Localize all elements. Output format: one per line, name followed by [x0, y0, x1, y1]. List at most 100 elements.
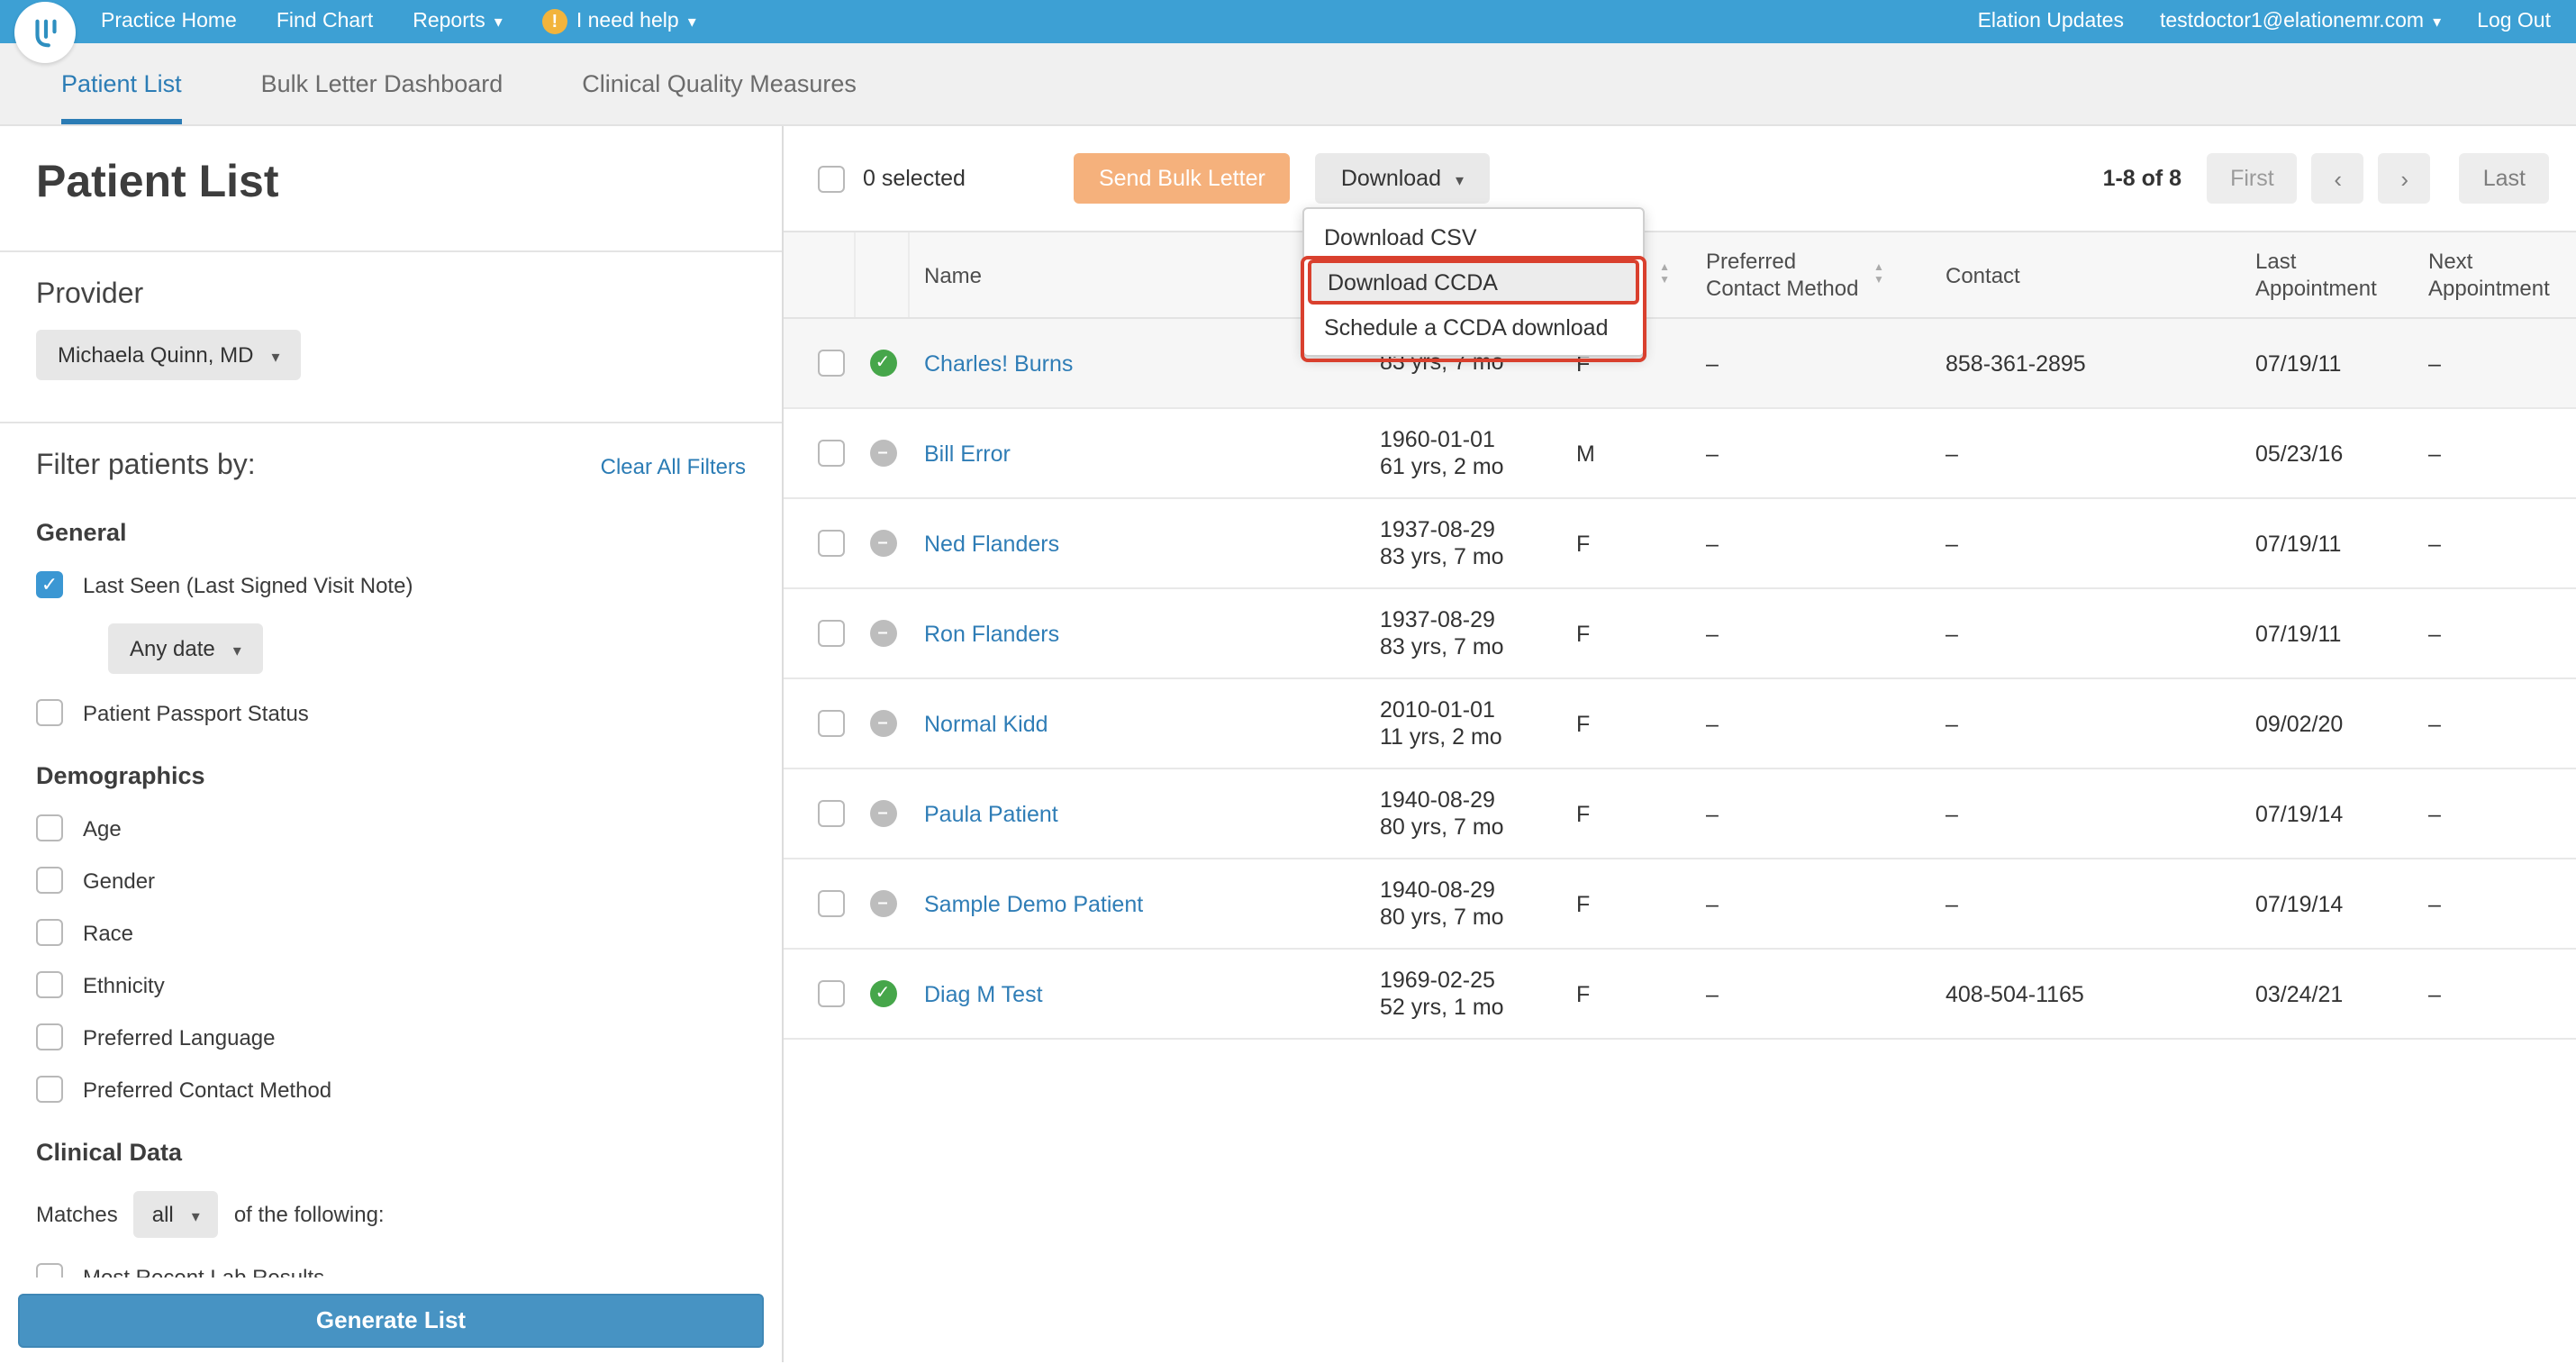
nav-account-menu[interactable]: testdoctor1@elationemr.com: [2160, 11, 2441, 32]
send-bulk-letter-button[interactable]: Send Bulk Letter: [1073, 153, 1291, 204]
table-row: Diag M Test 1969-02-2552 yrs, 1 mo F – 4…: [784, 950, 2576, 1040]
menu-item-schedule-ccda[interactable]: Schedule a CCDA download: [1304, 305, 1643, 350]
age-value: 11 yrs, 2 mo: [1380, 723, 1502, 749]
patient-list-main: 0 selected Send Bulk Letter Download 1-8…: [784, 126, 2576, 1362]
sort-icon[interactable]: [1659, 263, 1670, 286]
select-all-checkbox[interactable]: [818, 165, 845, 192]
table-row: Bill Error 1960-01-0161 yrs, 2 mo M – – …: [784, 409, 2576, 499]
filter-gender-row: Gender: [36, 867, 746, 894]
preferred-language-checkbox[interactable]: [36, 1023, 63, 1050]
row-checkbox[interactable]: [818, 530, 845, 557]
sex-value: F: [1576, 801, 1591, 826]
provider-dropdown[interactable]: Michaela Quinn, MD: [36, 330, 302, 380]
gender-checkbox[interactable]: [36, 867, 63, 894]
race-checkbox[interactable]: [36, 919, 63, 946]
sort-icon[interactable]: [1873, 263, 1884, 286]
contact-value: –: [1946, 621, 1958, 646]
nav-practice-home[interactable]: Practice Home: [101, 11, 237, 32]
generate-list-button[interactable]: Generate List: [18, 1293, 764, 1347]
patient-link[interactable]: Paula Patient: [924, 801, 1058, 826]
filter-heading-row: Filter patients by: Clear All Filters: [36, 449, 746, 483]
nav-log-out[interactable]: Log Out: [2477, 11, 2551, 32]
contact-value: 408-504-1165: [1946, 981, 2084, 1006]
navbar-right-group: Elation Updates testdoctor1@elationemr.c…: [1978, 11, 2551, 32]
provider-heading: Provider: [36, 279, 144, 310]
nav-elation-updates[interactable]: Elation Updates: [1978, 11, 2124, 32]
contact-value: –: [1946, 531, 1958, 556]
patient-link[interactable]: Diag M Test: [924, 981, 1043, 1006]
age-checkbox[interactable]: [36, 814, 63, 841]
table-row: Ron Flanders 1937-08-2983 yrs, 7 mo F – …: [784, 589, 2576, 679]
menu-item-download-ccda[interactable]: Download CCDA: [1308, 259, 1639, 305]
gender-label: Gender: [83, 868, 156, 893]
last-page-button[interactable]: Last: [2459, 153, 2549, 204]
patient-link[interactable]: Charles! Burns: [924, 350, 1073, 376]
row-checkbox[interactable]: [818, 620, 845, 647]
elation-logo-icon[interactable]: [14, 2, 76, 63]
preferred-contact-checkbox[interactable]: [36, 1076, 63, 1103]
first-page-button[interactable]: First: [2207, 153, 2298, 204]
row-checkbox[interactable]: [818, 800, 845, 827]
minus-circle-icon: [869, 440, 896, 467]
next-appointment-value: –: [2428, 441, 2441, 466]
header-name-label: Name: [924, 262, 983, 287]
last-appointment-value: 07/19/11: [2255, 350, 2342, 376]
last-seen-checkbox[interactable]: [36, 571, 63, 598]
row-checkbox[interactable]: [818, 440, 845, 467]
patient-link[interactable]: Bill Error: [924, 441, 1011, 466]
minus-circle-icon: [869, 890, 896, 917]
nav-find-chart[interactable]: Find Chart: [277, 11, 373, 32]
dob-value: 1940-08-29: [1380, 787, 1495, 812]
patient-link[interactable]: Normal Kidd: [924, 711, 1048, 736]
next-appointment-value: –: [2428, 981, 2441, 1006]
clear-all-filters-link[interactable]: Clear All Filters: [601, 453, 746, 478]
row-checkbox[interactable]: [818, 980, 845, 1007]
nav-need-help-menu[interactable]: I need help: [541, 9, 696, 34]
sex-value: F: [1576, 621, 1591, 646]
last-appointment-value: 07/19/11: [2255, 621, 2342, 646]
preferred-contact-label: Preferred Contact Method: [83, 1077, 332, 1102]
last-seen-date-dropdown[interactable]: Any date: [108, 623, 263, 674]
contact-value: 858-361-2895: [1946, 350, 2086, 376]
chevron-down-icon: [494, 11, 503, 32]
row-checkbox[interactable]: [818, 350, 845, 377]
prev-page-button[interactable]: [2311, 153, 2364, 204]
divider: [0, 422, 782, 423]
tab-bulk-letter-dashboard[interactable]: Bulk Letter Dashboard: [261, 43, 503, 124]
header-preferred-contact[interactable]: Preferred Contact Method: [1699, 248, 1942, 302]
check-circle-icon: [869, 350, 896, 377]
matches-dropdown[interactable]: all: [133, 1191, 218, 1238]
last-appointment-value: 07/19/11: [2255, 531, 2342, 556]
preferred-contact-value: –: [1706, 441, 1719, 466]
header-name[interactable]: Name: [910, 262, 1333, 287]
last-appointment-value: 07/19/14: [2255, 891, 2344, 916]
preferred-language-label: Preferred Language: [83, 1024, 276, 1050]
menu-item-download-csv[interactable]: Download CSV: [1304, 214, 1643, 259]
passport-status-checkbox[interactable]: [36, 699, 63, 726]
row-checkbox[interactable]: [818, 890, 845, 917]
log-out-label: Log Out: [2477, 11, 2551, 32]
last-seen-date-row: Any date: [108, 623, 746, 674]
table-row: Ned Flanders 1937-08-2983 yrs, 7 mo F – …: [784, 499, 2576, 589]
tab-patient-list[interactable]: Patient List: [61, 43, 182, 124]
next-page-button[interactable]: [2378, 153, 2431, 204]
filter-heading: Filter patients by:: [36, 450, 256, 481]
elation-glyph: [34, 18, 56, 47]
list-toolbar: 0 selected Send Bulk Letter Download 1-8…: [784, 126, 2576, 231]
tab-bar: Patient List Bulk Letter Dashboard Clini…: [0, 43, 2576, 126]
ethnicity-checkbox[interactable]: [36, 971, 63, 998]
row-checkbox[interactable]: [818, 710, 845, 737]
patient-link[interactable]: Ned Flanders: [924, 531, 1059, 556]
dob-value: 1960-01-01: [1380, 426, 1495, 451]
dob-value: 1940-08-29: [1380, 877, 1495, 902]
header-last-appointment: Last Appointment: [2252, 248, 2423, 302]
nav-reports-menu[interactable]: Reports: [413, 11, 503, 32]
download-dropdown-button[interactable]: Download: [1315, 153, 1490, 204]
patient-link[interactable]: Sample Demo Patient: [924, 891, 1143, 916]
sex-value: F: [1576, 531, 1591, 556]
contact-value: –: [1946, 441, 1958, 466]
tab-clinical-quality-measures[interactable]: Clinical Quality Measures: [582, 43, 857, 124]
patient-link[interactable]: Ron Flanders: [924, 621, 1059, 646]
header-contact: Contact: [1942, 262, 2252, 287]
header-preferred-contact-label: Preferred Contact Method: [1706, 248, 1859, 300]
